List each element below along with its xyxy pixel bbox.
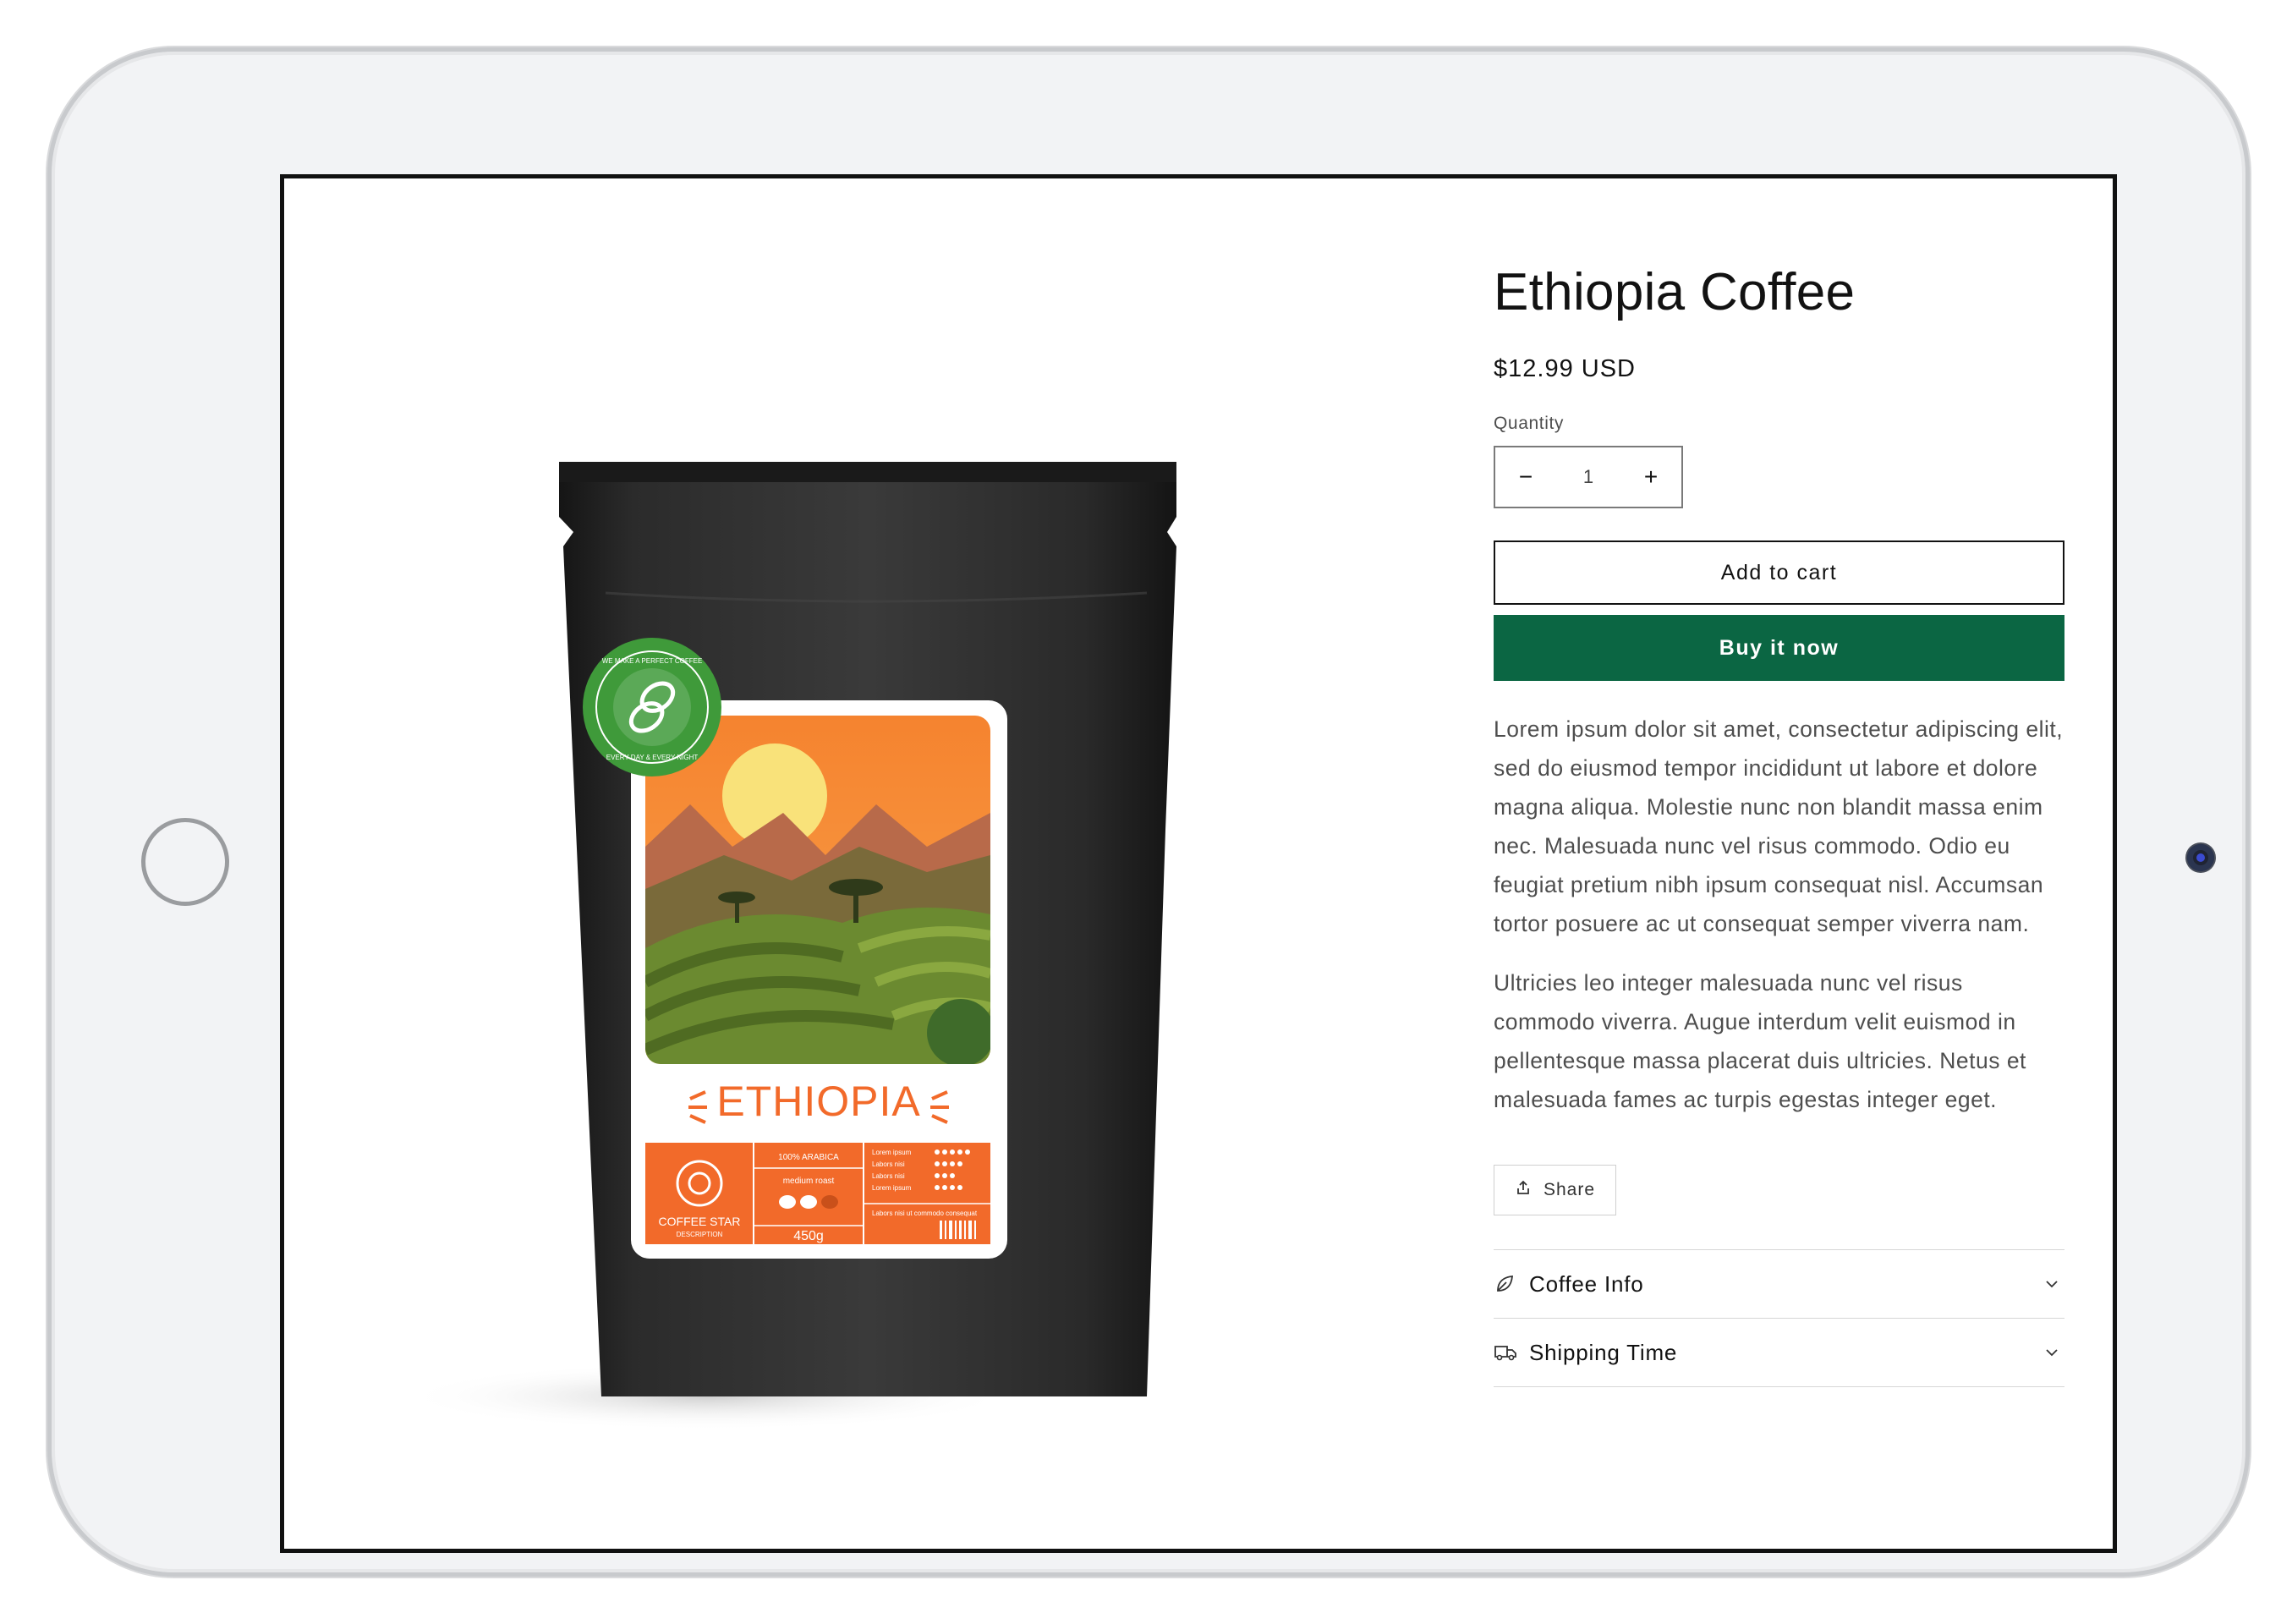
quantity-label: Quantity xyxy=(1494,414,1565,433)
chevron-down-icon xyxy=(2039,1280,2064,1288)
share-label: Share xyxy=(1544,1180,1596,1199)
svg-text:450g: 450g xyxy=(793,1229,824,1243)
accordion-label: Coffee Info xyxy=(1529,1270,1644,1297)
description-paragraph: Ultricies leo integer malesuada nunc vel… xyxy=(1494,970,2026,1112)
svg-text:DESCRIPTION: DESCRIPTION xyxy=(677,1231,723,1238)
svg-text:EVERY DAY & EVERY NIGHT: EVERY DAY & EVERY NIGHT xyxy=(606,754,699,761)
product-info: Ethiopia Coffee $12.99 USD Quantity − 1 … xyxy=(1494,259,2069,1387)
description-paragraph: Lorem ipsum dolor sit amet, consectetur … xyxy=(1494,716,2064,936)
svg-text:100% ARABICA: 100% ARABICA xyxy=(778,1153,839,1162)
buy-now-button[interactable]: Buy it now xyxy=(1494,615,2064,681)
product-title: Ethiopia Coffee xyxy=(1494,263,1856,321)
svg-text:medium roast: medium roast xyxy=(783,1177,835,1186)
label-title-text: ETHIOPIA xyxy=(716,1078,920,1125)
truck-icon xyxy=(1494,1343,1529,1362)
product-description: Lorem ipsum dolor sit amet, consectetur … xyxy=(1494,710,2069,1119)
quantity-stepper: − 1 + xyxy=(1494,446,1683,508)
svg-text:Lorem ipsum: Lorem ipsum xyxy=(872,1184,912,1192)
product-image[interactable]: ETHIOPIA COFFEE STAR DESCRIPTION 100% AR… xyxy=(386,305,1358,1447)
product-accordion: Coffee Info Shipping Time xyxy=(1494,1249,2064,1387)
quantity-input[interactable]: 1 xyxy=(1556,466,1620,488)
screen: ETHIOPIA COFFEE STAR DESCRIPTION 100% AR… xyxy=(280,174,2117,1553)
accordion-coffee-info[interactable]: Coffee Info xyxy=(1494,1250,2064,1319)
add-to-cart-button[interactable]: Add to cart xyxy=(1494,540,2064,605)
front-camera xyxy=(2187,844,2214,871)
svg-text:WE MAKE A PERFECT COFFEE: WE MAKE A PERFECT COFFEE xyxy=(602,657,703,665)
chevron-down-icon xyxy=(2039,1348,2064,1357)
coffee-bag-illustration: ETHIOPIA COFFEE STAR DESCRIPTION 100% AR… xyxy=(403,462,1176,1430)
svg-text:Labors nisi: Labors nisi xyxy=(872,1160,905,1168)
leaf-icon xyxy=(1494,1273,1529,1295)
svg-text:Lorem ipsum: Lorem ipsum xyxy=(872,1149,912,1156)
share-button[interactable]: Share xyxy=(1494,1165,1617,1215)
accordion-shipping-time[interactable]: Shipping Time xyxy=(1494,1319,2064,1387)
svg-text:Labors nisi: Labors nisi xyxy=(872,1172,905,1180)
home-button[interactable] xyxy=(141,818,229,906)
share-icon xyxy=(1515,1179,1532,1201)
svg-text:COFFEE STAR: COFFEE STAR xyxy=(659,1215,741,1228)
svg-text:Labors nisi ut commodo consequ: Labors nisi ut commodo consequat xyxy=(872,1210,978,1217)
accordion-label: Shipping Time xyxy=(1529,1339,1678,1365)
quantity-increase-button[interactable]: + xyxy=(1620,464,1681,491)
tablet-frame: ETHIOPIA COFFEE STAR DESCRIPTION 100% AR… xyxy=(47,47,2250,1577)
quantity-decrease-button[interactable]: − xyxy=(1495,464,1556,491)
product-price: $12.99 USD xyxy=(1494,355,1636,382)
